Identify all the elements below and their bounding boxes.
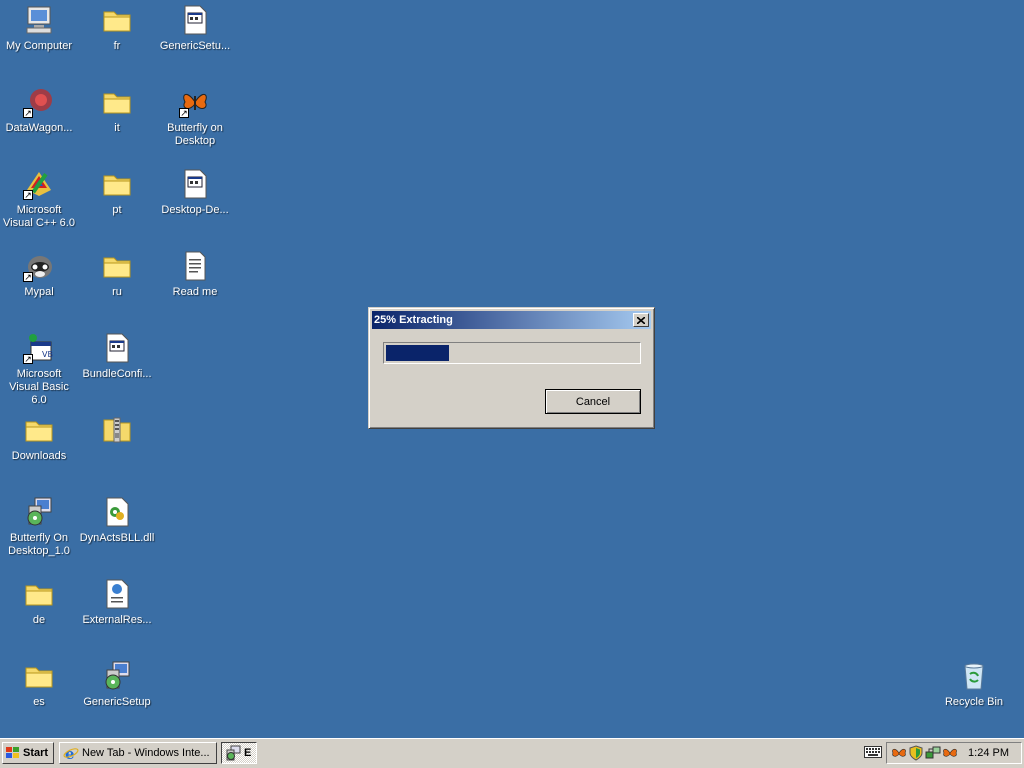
- desktop-icon-es[interactable]: es: [0, 658, 78, 709]
- svg-text:VB: VB: [42, 350, 53, 359]
- folder-icon: [23, 414, 55, 446]
- start-button[interactable]: Start: [2, 742, 54, 764]
- internet-explorer-icon: e: [63, 745, 79, 761]
- shield-icon[interactable]: [908, 745, 924, 761]
- setup-file-icon: [179, 4, 211, 36]
- dll-file-icon: [101, 496, 133, 528]
- shortcut-arrow-icon: ↗: [23, 190, 33, 200]
- desktop-icon-label: Recycle Bin: [944, 696, 1004, 708]
- folder-icon: [101, 250, 133, 282]
- taskbar: Start e New Tab - Windows Inte... E 1:24…: [0, 738, 1024, 768]
- desktop-icon-butterfly-on-desktop[interactable]: ↗ Butterfly on Desktop: [156, 84, 234, 148]
- desktop-icon-desktop-de[interactable]: Desktop-De...: [156, 166, 234, 217]
- folder-icon: [101, 168, 133, 200]
- close-button[interactable]: [633, 313, 649, 327]
- start-label: Start: [23, 747, 49, 759]
- keyboard-icon[interactable]: [864, 746, 882, 758]
- desktop-icon-label: DataWagon...: [5, 122, 73, 134]
- close-icon: [637, 316, 645, 324]
- desktop-icon-label: it: [114, 122, 120, 134]
- my-computer-icon: [23, 4, 55, 36]
- shortcut-arrow-icon: ↗: [23, 354, 33, 364]
- installer-icon: [23, 496, 55, 528]
- shortcut-arrow-icon: ↗: [23, 272, 33, 282]
- desktop-icon-label: My Computer: [5, 40, 73, 52]
- folder-icon: [23, 578, 55, 610]
- desktop-icon-label: Desktop-De...: [161, 204, 229, 216]
- desktop-icon-downloads[interactable]: Downloads: [0, 412, 78, 463]
- cancel-button[interactable]: Cancel: [545, 389, 641, 414]
- desktop-icon-zip-folder[interactable]: [78, 412, 156, 450]
- extracting-dialog: 25% Extracting Cancel: [368, 307, 655, 429]
- desktop-icon-label: Butterfly on Desktop: [167, 122, 223, 147]
- network-icon[interactable]: [925, 745, 941, 761]
- dialog-titlebar[interactable]: 25% Extracting: [372, 311, 651, 329]
- dialog-title: 25% Extracting: [374, 314, 453, 326]
- desktop-icon-butterfly-installer[interactable]: Butterfly On Desktop_1.0: [0, 494, 78, 558]
- task-label: E: [244, 747, 252, 759]
- shortcut-arrow-icon: ↗: [23, 108, 33, 118]
- desktop-icon-externalres[interactable]: ExternalRes...: [78, 576, 156, 627]
- desktop-icon-genericsetu-file[interactable]: GenericSetu...: [156, 2, 234, 53]
- butterfly-icon[interactable]: [891, 745, 907, 761]
- folder-icon: [101, 4, 133, 36]
- desktop-icon-dynactsbll[interactable]: DynActsBLL.dll: [78, 494, 156, 545]
- setup-file-icon: [179, 168, 211, 200]
- desktop-icon-label: Downloads: [11, 450, 67, 462]
- desktop-icon-pt[interactable]: pt: [78, 166, 156, 217]
- desktop-icon-label: Microsoft Visual C++ 6.0: [3, 204, 75, 229]
- taskbar-button-extracting[interactable]: E: [221, 742, 257, 764]
- text-document-icon: [179, 250, 211, 282]
- desktop-icon-label: de: [32, 614, 46, 626]
- clock[interactable]: 1:24 PM: [968, 747, 1009, 759]
- desktop-icon-it[interactable]: it: [78, 84, 156, 135]
- desktop-icon-de[interactable]: de: [0, 576, 78, 627]
- desktop-icon-bundleconfig[interactable]: BundleConfi...: [78, 330, 156, 381]
- desktop-icon-label: Butterfly On Desktop_1.0: [8, 532, 70, 557]
- installer-icon: [226, 745, 241, 761]
- desktop-icon-label: fr: [113, 40, 121, 52]
- desktop-icon-mypal[interactable]: ↗ Mypal: [0, 248, 78, 299]
- progress-fill: [386, 345, 449, 361]
- butterfly-icon: ↗: [179, 86, 211, 118]
- desktop-icon-my-computer[interactable]: My Computer: [0, 2, 78, 53]
- desktop-icon-label: GenericSetup: [83, 696, 151, 708]
- zip-folder-icon: [101, 414, 133, 446]
- visual-basic-icon: VB ↗: [23, 332, 55, 364]
- datawagon-icon: ↗: [23, 86, 55, 118]
- butterfly-icon[interactable]: [942, 745, 958, 761]
- desktop-icon-visual-cpp[interactable]: ↗ Microsoft Visual C++ 6.0: [0, 166, 78, 230]
- desktop-icon-read-me[interactable]: Read me: [156, 248, 234, 299]
- shortcut-arrow-icon: ↗: [179, 108, 189, 118]
- desktop-icon-label: pt: [112, 204, 122, 216]
- recycle-bin-icon: [958, 660, 990, 692]
- progress-bar: [383, 342, 641, 364]
- windows-flag-icon: [6, 747, 19, 758]
- desktop-icon-label: BundleConfi...: [82, 368, 152, 380]
- desktop-icon-recycle-bin[interactable]: Recycle Bin: [935, 658, 1013, 709]
- desktop-icon-fr[interactable]: fr: [78, 2, 156, 53]
- desktop-icon-label: Microsoft Visual Basic 6.0: [9, 368, 69, 406]
- system-tray: 1:24 PM: [886, 742, 1022, 764]
- desktop-icon-datawagon[interactable]: ↗ DataWagon...: [0, 84, 78, 135]
- visual-cpp-icon: ↗: [23, 168, 55, 200]
- desktop-icon-label: DynActsBLL.dll: [79, 532, 155, 544]
- desktop-icon-label: ru: [112, 286, 122, 298]
- taskbar-button-new-tab[interactable]: e New Tab - Windows Inte...: [59, 742, 217, 764]
- folder-icon: [101, 86, 133, 118]
- desktop-icon-label: Mypal: [24, 286, 54, 298]
- desktop-icon-label: Read me: [172, 286, 218, 298]
- web-document-icon: [101, 578, 133, 610]
- mypal-icon: ↗: [23, 250, 55, 282]
- setup-file-icon: [101, 332, 133, 364]
- desktop-icon-visual-basic[interactable]: VB ↗ Microsoft Visual Basic 6.0: [0, 330, 78, 407]
- desktop-icon-genericsetup[interactable]: GenericSetup: [78, 658, 156, 709]
- desktop-icon-label: ExternalRes...: [82, 614, 152, 626]
- desktop-icon-label: GenericSetu...: [159, 40, 231, 52]
- desktop-icon-ru[interactable]: ru: [78, 248, 156, 299]
- task-label: New Tab - Windows Inte...: [82, 747, 210, 759]
- desktop-icon-label: es: [33, 696, 45, 708]
- installer-icon: [101, 660, 133, 692]
- folder-icon: [23, 660, 55, 692]
